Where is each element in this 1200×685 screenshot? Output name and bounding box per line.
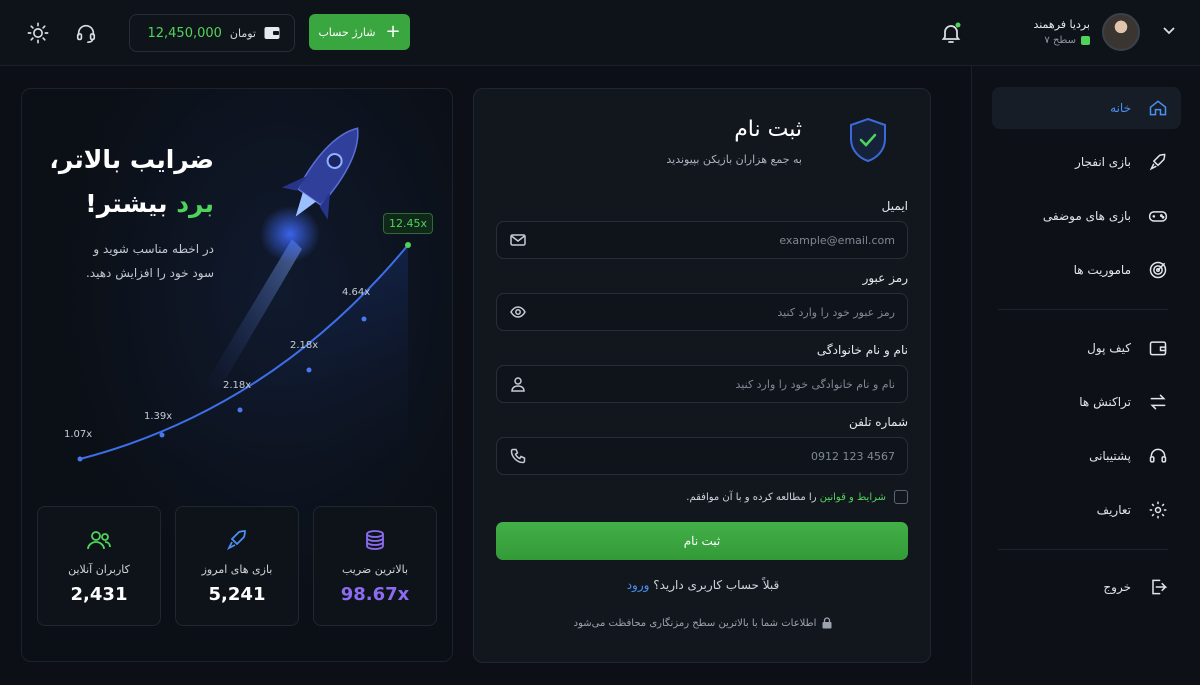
shield-check-icon <box>848 117 888 163</box>
stat-label: کاربران آنلاین <box>68 563 130 576</box>
sidebar-item-label: خانه <box>1110 101 1131 115</box>
multiplier-label: 1.07x <box>64 429 93 440</box>
multiplier-label: 4.64x <box>342 287 371 298</box>
fullname-input[interactable] <box>555 377 895 391</box>
sidebar-item-home[interactable]: خانه <box>992 87 1181 129</box>
wallet-amount: 12,450,000 <box>147 25 222 41</box>
email-field[interactable] <box>496 221 908 259</box>
phone-icon <box>509 447 527 465</box>
multiplier-current-tag: 12.45x <box>383 213 434 234</box>
user-icon <box>509 375 527 393</box>
wallet-balance[interactable]: تومان 12,450,000 <box>129 14 295 52</box>
user-profile[interactable]: بردیا فرهمند سطح ۷ <box>1033 13 1140 51</box>
sidebar-item-label: پشتیبانی <box>1089 449 1131 463</box>
sidebar: خانه بازی انفجار بازی های موضفی ماموریت … <box>971 66 1200 685</box>
sidebar-item-games[interactable]: بازی های موضفی <box>992 195 1181 237</box>
password-input[interactable] <box>555 305 895 319</box>
terms-text: را مطالعه کرده و با آن موافقم. <box>686 491 817 503</box>
sidebar-item-label: تراکنش ها <box>1079 395 1131 409</box>
email-label: ایمیل <box>881 199 908 213</box>
coins-icon <box>363 525 387 555</box>
stat-card-highest-multiplier: بالاترین ضریب 98.67x <box>313 506 437 626</box>
multiplier-label: 2.18x <box>223 380 252 391</box>
arrows-icon <box>1147 391 1169 413</box>
rocket-icon <box>225 525 249 555</box>
wallet-currency: تومان <box>229 26 256 40</box>
have-account-text: قبلاً حساب کاربری دارید؟ <box>653 578 780 592</box>
terms-checkbox[interactable] <box>894 490 908 504</box>
gamepad-icon <box>1147 205 1169 227</box>
charge-account-button[interactable]: + شارژ حساب <box>309 14 410 50</box>
theme-toggle-sun-icon[interactable] <box>23 18 53 48</box>
stat-label: بازی های امروز <box>201 563 273 576</box>
sidebar-item-label: بازی انفجار <box>1075 155 1131 169</box>
multiplier-label: 2.18x <box>290 340 319 351</box>
sidebar-divider <box>998 309 1168 310</box>
stat-value: 5,241 <box>208 584 266 605</box>
fullname-label: نام و نام خانوادگی <box>816 343 908 357</box>
sidebar-item-missions[interactable]: ماموریت ها <box>992 249 1181 291</box>
phone-field[interactable] <box>496 437 908 475</box>
logout-icon <box>1147 576 1169 598</box>
login-prompt: قبلاً حساب کاربری دارید؟ ورود <box>474 578 932 592</box>
plus-icon: + <box>385 21 401 42</box>
users-icon <box>86 525 112 555</box>
level-badge-icon <box>1081 36 1090 45</box>
sidebar-divider <box>998 549 1168 550</box>
notification-bell-icon[interactable] <box>936 18 966 48</box>
wallet-icon <box>264 26 280 40</box>
fullname-field[interactable] <box>496 365 908 403</box>
avatar <box>1102 13 1140 51</box>
security-note: اطلاعات شما با بالاترین سطح رمزنگاری محا… <box>474 617 932 629</box>
target-icon <box>1147 259 1169 281</box>
rocket-icon <box>1147 151 1169 173</box>
support-headset-icon[interactable] <box>71 18 101 48</box>
terms-link[interactable]: شرایط و قوانین <box>820 492 886 503</box>
phone-label: شماره تلفن <box>848 415 908 429</box>
lock-icon <box>822 617 832 629</box>
stat-value: 98.67x <box>340 584 410 605</box>
user-level: سطح ۷ <box>1044 35 1076 46</box>
sidebar-item-logout[interactable]: خروج <box>992 566 1181 608</box>
terms-agreement: شرایط و قوانین را مطالعه کرده و با آن مو… <box>686 490 908 504</box>
charge-account-label: شارژ حساب <box>318 25 376 39</box>
top-bar: تومان 12,450,000 + شارژ حساب بردیا فرهمن… <box>0 0 1200 66</box>
sidebar-item-crash-game[interactable]: بازی انفجار <box>992 141 1181 183</box>
sidebar-item-label: بازی های موضفی <box>1042 209 1131 223</box>
multiplier-label: 1.39x <box>144 411 173 422</box>
sidebar-item-label: کیف پول <box>1087 341 1131 355</box>
stat-label: بالاترین ضریب <box>341 563 409 576</box>
form-subtitle: به جمع هزاران بازیکن بپیوندید <box>666 153 802 166</box>
signup-form-card: ثبت نام به جمع هزاران بازیکن بپیوندید ای… <box>473 88 931 663</box>
sidebar-item-label: ماموریت ها <box>1073 263 1131 277</box>
eye-icon[interactable] <box>509 303 527 321</box>
user-name: بردیا فرهمند <box>1033 18 1090 31</box>
sidebar-item-settings[interactable]: تعاریف <box>992 489 1181 531</box>
password-field[interactable] <box>496 293 908 331</box>
mail-icon <box>509 231 527 249</box>
signup-submit-button[interactable]: ثبت نام <box>496 522 908 560</box>
phone-input[interactable] <box>555 449 895 463</box>
stat-value: 2,431 <box>70 584 128 605</box>
sidebar-item-support[interactable]: پشتیبانی <box>992 435 1181 477</box>
sidebar-item-wallet[interactable]: کیف پول <box>992 327 1181 369</box>
sidebar-item-label: خروج <box>1103 580 1131 594</box>
password-label: رمز عبور <box>862 271 908 285</box>
sidebar-item-transactions[interactable]: تراکنش ها <box>992 381 1181 423</box>
multiplier-curve-graphic <box>77 127 411 489</box>
chevron-down-icon[interactable] <box>1162 26 1176 36</box>
login-link[interactable]: ورود <box>627 578 650 592</box>
form-title: ثبت نام <box>734 117 802 142</box>
wallet-icon <box>1147 337 1169 359</box>
stat-card-online-users: کاربران آنلاین 2,431 <box>37 506 161 626</box>
security-note-text: اطلاعات شما با بالاترین سطح رمزنگاری محا… <box>573 617 817 629</box>
sidebar-item-label: تعاریف <box>1096 503 1131 517</box>
home-icon <box>1147 97 1169 119</box>
headset-icon <box>1147 445 1169 467</box>
email-input[interactable] <box>555 233 895 247</box>
stat-card-games-today: بازی های امروز 5,241 <box>175 506 299 626</box>
gear-icon <box>1147 499 1169 521</box>
